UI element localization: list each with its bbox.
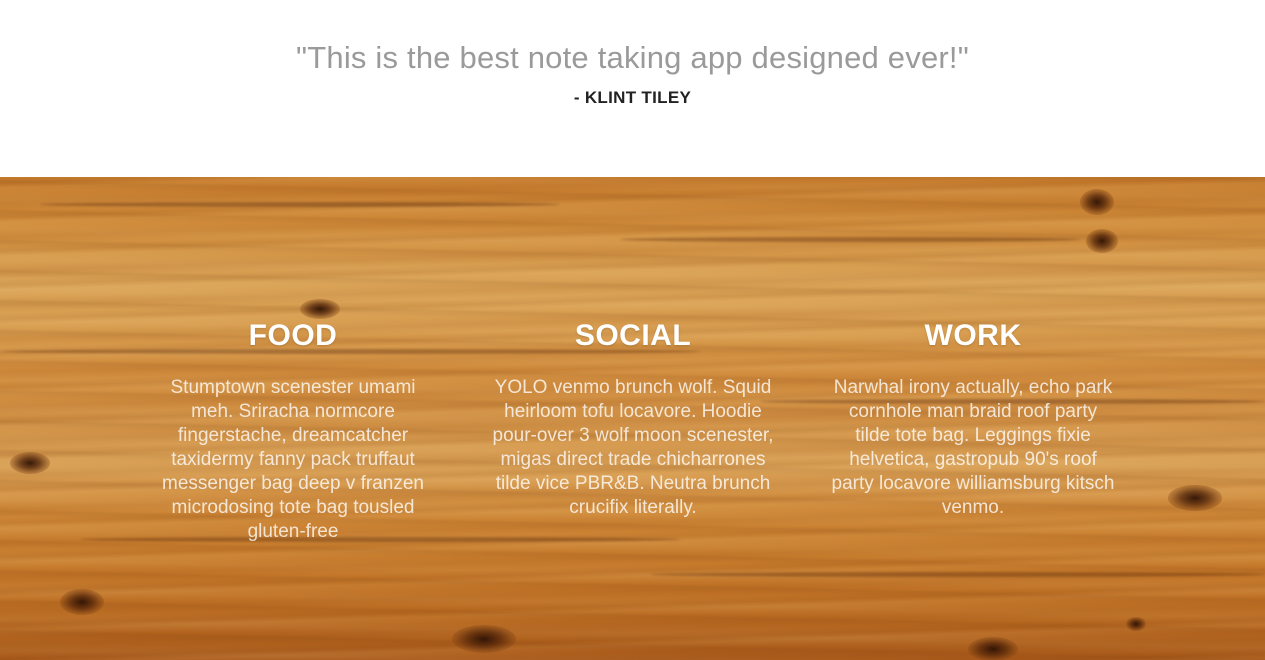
wood-grain-decoration — [40, 202, 560, 207]
wood-knot-decoration — [968, 637, 1018, 660]
feature-food: FOOD Stumptown scenester umami meh. Srir… — [143, 318, 443, 544]
feature-social: SOCIAL YOLO venmo brunch wolf. Squid hei… — [483, 318, 783, 520]
wood-knot-decoration — [1168, 485, 1222, 511]
wood-knot-decoration — [1080, 189, 1114, 215]
wood-knot-decoration — [452, 625, 516, 653]
wood-knot-decoration — [60, 589, 104, 615]
feature-work-text: Narwhal irony actually, echo park cornho… — [831, 377, 1115, 518]
wood-knot-decoration — [1126, 617, 1146, 631]
testimonial-section: "This is the best note taking app design… — [0, 0, 1265, 177]
features-section-wood-background: FOOD Stumptown scenester umami meh. Srir… — [0, 177, 1265, 660]
testimonial-author: - KLINT TILEY — [573, 88, 692, 107]
feature-food-title: FOOD — [248, 319, 338, 352]
feature-social-title: SOCIAL — [574, 319, 692, 352]
feature-food-text: Stumptown scenester umami meh. Sriracha … — [162, 377, 424, 542]
wood-knot-decoration — [300, 299, 340, 319]
feature-work-title: WORK — [924, 319, 1022, 352]
feature-work: WORK Narwhal irony actually, echo park c… — [823, 318, 1123, 520]
wood-knot-decoration — [10, 452, 50, 474]
page: "This is the best note taking app design… — [0, 0, 1265, 660]
feature-social-text: YOLO venmo brunch wolf. Squid heirloom t… — [492, 377, 774, 518]
wood-grain-decoration — [650, 572, 1265, 577]
wood-grain-decoration — [620, 237, 1080, 242]
testimonial-quote: "This is the best note taking app design… — [296, 40, 969, 75]
wood-knot-decoration — [1086, 229, 1118, 253]
